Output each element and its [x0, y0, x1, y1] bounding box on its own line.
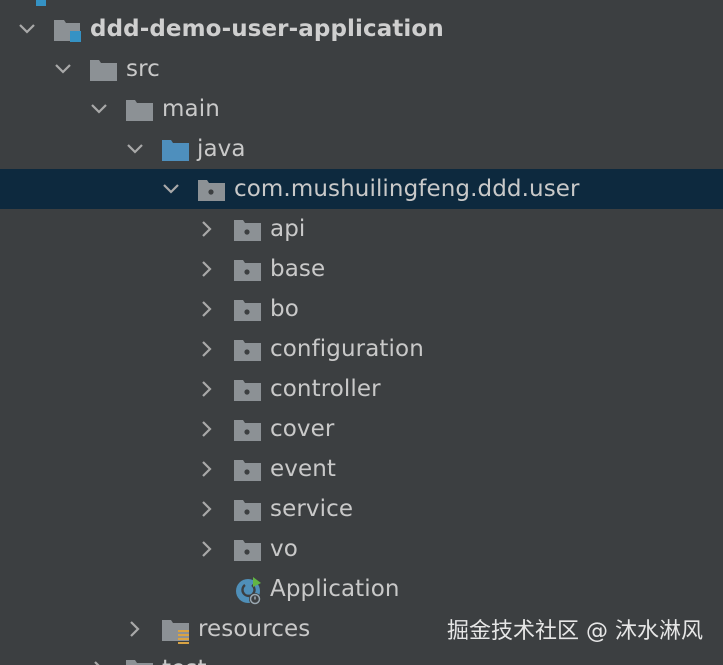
chevron-right-icon[interactable]: [197, 259, 217, 279]
package-icon: [233, 377, 263, 403]
chevron-right-icon[interactable]: [197, 419, 217, 439]
resources-folder-icon: [161, 617, 191, 644]
tree-row-src[interactable]: src: [0, 49, 723, 89]
tree-label-application: Application: [270, 576, 400, 602]
chevron-right-icon[interactable]: [197, 339, 217, 359]
tree-row-controller[interactable]: controller: [0, 369, 723, 409]
tree-row-vo[interactable]: vo: [0, 529, 723, 569]
chevron-down-icon[interactable]: [17, 19, 37, 39]
chevron-right-icon[interactable]: [89, 659, 109, 665]
tree-row-event[interactable]: event: [0, 449, 723, 489]
package-icon: [233, 257, 263, 283]
package-icon: [233, 297, 263, 323]
tree-row-application[interactable]: Application: [0, 569, 723, 609]
tree-label-event: event: [270, 456, 337, 482]
chevron-down-icon[interactable]: [161, 179, 181, 199]
chevron-down-icon[interactable]: [125, 139, 145, 159]
tree-label-configuration: configuration: [270, 336, 424, 362]
source-root-folder-icon: [161, 137, 191, 163]
chevron-down-icon[interactable]: [89, 99, 109, 119]
spring-boot-class-icon: [233, 575, 263, 605]
package-icon: [233, 497, 263, 523]
package-icon: [233, 537, 263, 563]
tree-row-bo[interactable]: bo: [0, 289, 723, 329]
chevron-right-icon[interactable]: [197, 459, 217, 479]
tree-label-bo: bo: [270, 296, 299, 322]
tree-label-main: main: [162, 96, 220, 122]
tree-row-package[interactable]: com.mushuilingfeng.ddd.user: [0, 169, 723, 209]
chevron-right-icon[interactable]: [197, 499, 217, 519]
tree-row-java[interactable]: java: [0, 129, 723, 169]
chevron-right-icon[interactable]: [197, 299, 217, 319]
tree-label-api: api: [270, 216, 306, 242]
package-icon: [233, 457, 263, 483]
chevron-right-icon[interactable]: [125, 619, 145, 639]
chevron-right-icon[interactable]: [197, 219, 217, 239]
tree-label-base: base: [270, 256, 326, 282]
package-icon: [233, 337, 263, 363]
module-folder-icon: [52, 17, 82, 43]
watermark-text: 掘金技术社区 @ 沐水淋风: [447, 619, 703, 644]
tree-row-service[interactable]: service: [0, 489, 723, 529]
chevron-down-icon[interactable]: [53, 59, 73, 79]
tree-label-controller: controller: [270, 376, 381, 402]
tree-row-root[interactable]: ddd-demo-user-application: [0, 9, 723, 49]
folder-icon: [89, 57, 119, 83]
package-icon: [233, 217, 263, 243]
tree-label-test: test: [162, 649, 207, 665]
chevron-right-icon[interactable]: [197, 539, 217, 559]
tree-label-vo: vo: [270, 536, 298, 562]
tree-label-src: src: [126, 56, 160, 82]
tree-label-service: service: [270, 496, 354, 522]
tree-label-resources: resources: [198, 616, 311, 642]
tree-label-root: ddd-demo-user-application: [90, 16, 444, 42]
tree-label-java: java: [197, 136, 246, 162]
project-tree: ddd-demo-user-application src main java: [0, 0, 723, 665]
tree-row-api[interactable]: api: [0, 209, 723, 249]
tree-row-configuration[interactable]: configuration: [0, 329, 723, 369]
folder-icon: [125, 657, 155, 665]
chevron-right-icon[interactable]: [197, 379, 217, 399]
tree-row-main[interactable]: main: [0, 89, 723, 129]
tree-row-base[interactable]: base: [0, 249, 723, 289]
scroll-indicator: [36, 0, 46, 6]
package-icon: [233, 417, 263, 443]
folder-icon: [125, 97, 155, 123]
tree-label-cover: cover: [270, 416, 335, 442]
tree-label-package: com.mushuilingfeng.ddd.user: [234, 176, 580, 202]
package-icon: [197, 177, 227, 203]
tree-row-cover[interactable]: cover: [0, 409, 723, 449]
